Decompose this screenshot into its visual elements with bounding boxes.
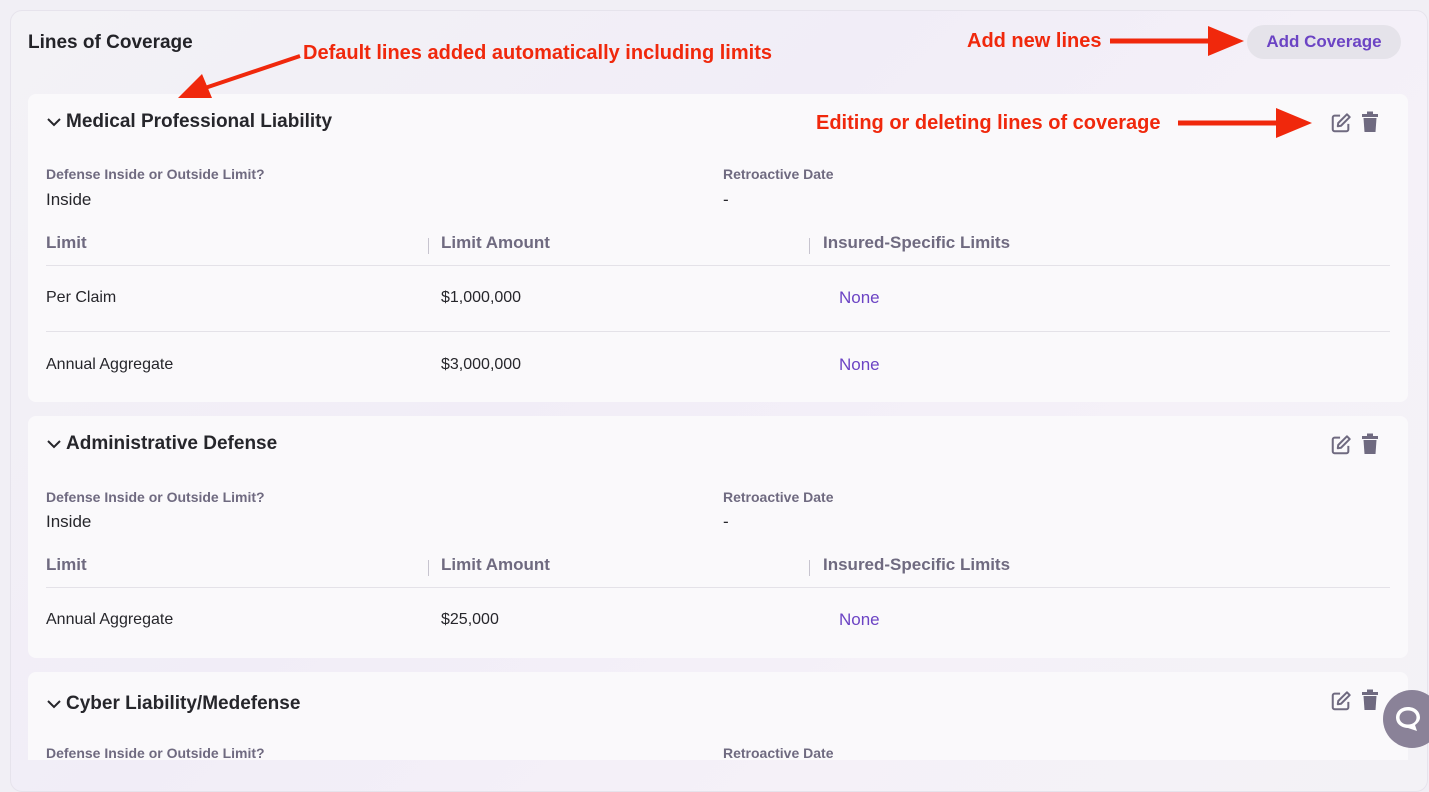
insured-limits-link[interactable]: None (839, 610, 880, 630)
column-divider (809, 238, 810, 254)
defense-label: Defense Inside or Outside Limit? (46, 489, 265, 505)
annotation-edit-delete: Editing or deleting lines of coverage (816, 112, 1161, 134)
annotation-arrow (1178, 108, 1312, 138)
row-amount: $1,000,000 (441, 289, 522, 306)
row-limit: Annual Aggregate (46, 611, 174, 628)
trash-icon[interactable] (1360, 111, 1380, 133)
card-toggle-medical[interactable]: Medical Professional Liability (46, 111, 332, 133)
card-title: Cyber Liability/Medefense (66, 693, 301, 714)
column-divider (428, 238, 429, 254)
chevron-down-icon (47, 440, 61, 449)
divider (46, 331, 1390, 332)
divider (46, 265, 1390, 266)
row-limit: Per Claim (46, 289, 117, 306)
card-title: Administrative Defense (66, 433, 278, 454)
coverage-card-medical: Medical Professional Liability Defense I… (28, 94, 1408, 402)
insured-limits-link[interactable]: None (839, 288, 880, 308)
column-divider (809, 560, 810, 576)
coverage-card-cyber: Cyber Liability/Medefense Defense Inside… (28, 672, 1408, 761)
col-insured-header: Insured-Specific Limits (823, 233, 1011, 252)
column-divider (428, 560, 429, 576)
row-amount: $3,000,000 (441, 356, 522, 373)
annotation-arrow (1110, 26, 1244, 56)
card-toggle-cyber[interactable]: Cyber Liability/Medefense (46, 693, 300, 715)
retro-label: Retroactive Date (723, 166, 834, 182)
chat-icon (1396, 707, 1420, 731)
defense-label: Defense Inside or Outside Limit? (46, 166, 265, 182)
chevron-down-icon (47, 700, 61, 709)
edit-icon[interactable] (1330, 690, 1352, 712)
retro-value: - (723, 512, 729, 531)
edit-icon[interactable] (1330, 112, 1352, 134)
card-toggle-administrative[interactable]: Administrative Defense (46, 433, 277, 455)
annotation-default-lines: Default lines added automatically includ… (303, 42, 772, 64)
col-amount-header: Limit Amount (441, 555, 550, 574)
annotation-add-new: Add new lines (967, 30, 1102, 52)
row-amount: $25,000 (441, 611, 499, 628)
row-limit: Annual Aggregate (46, 356, 174, 373)
panel-title: Lines of Coverage (28, 32, 193, 53)
col-limit-header: Limit (46, 233, 87, 252)
retro-label: Retroactive Date (723, 745, 834, 761)
col-limit-header: Limit (46, 555, 87, 574)
trash-icon[interactable] (1360, 433, 1380, 455)
col-amount-header: Limit Amount (441, 233, 550, 252)
defense-value: Inside (46, 190, 92, 209)
divider (46, 587, 1390, 588)
defense-value: Inside (46, 512, 92, 531)
card-title: Medical Professional Liability (66, 111, 333, 132)
edit-icon[interactable] (1330, 434, 1352, 456)
insured-limits-link[interactable]: None (839, 355, 880, 375)
coverage-card-administrative: Administrative Defense Defense Inside or… (28, 416, 1408, 658)
trash-icon[interactable] (1360, 689, 1380, 711)
chevron-down-icon (47, 118, 61, 127)
add-coverage-button[interactable]: Add Coverage (1247, 25, 1401, 59)
retro-value: - (723, 190, 729, 209)
retro-label: Retroactive Date (723, 489, 834, 505)
annotation-arrow (178, 54, 301, 98)
col-insured-header: Insured-Specific Limits (823, 555, 1011, 574)
defense-label: Defense Inside or Outside Limit? (46, 745, 265, 761)
